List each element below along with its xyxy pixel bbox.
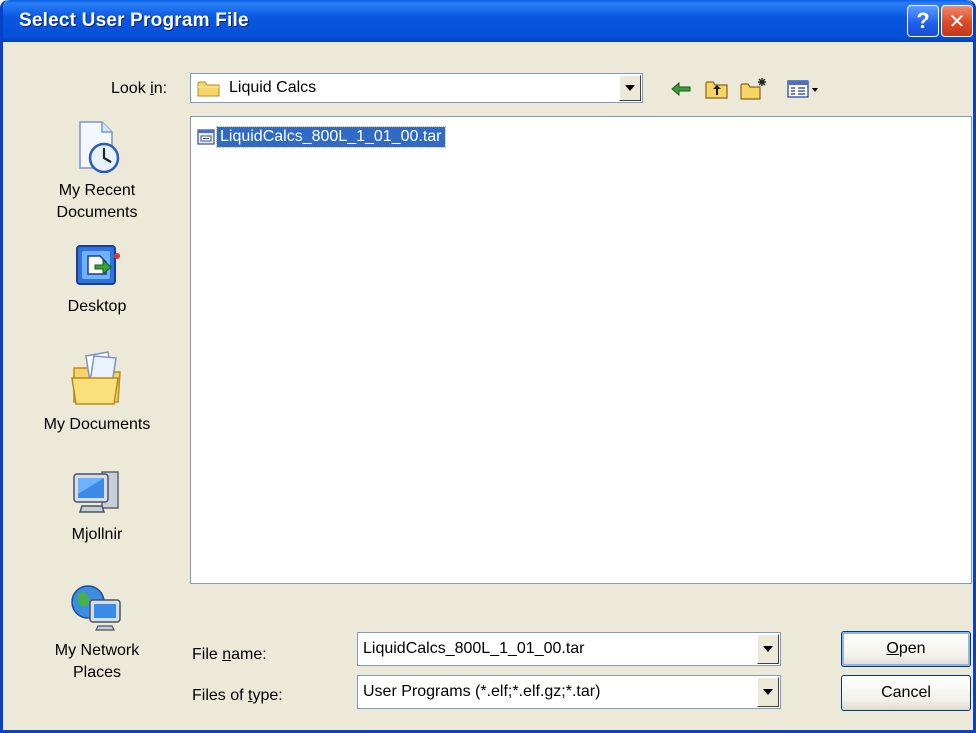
place-label: My Network [54, 642, 140, 659]
place-label: Places [72, 664, 122, 681]
place-my-recent-documents[interactable]: My Recent Documents [13, 118, 181, 224]
cancel-button-label: Cancel [881, 684, 931, 701]
files-of-type-select[interactable]: User Programs (*.elf;*.elf.gz;*.tar) [357, 675, 781, 709]
archive-file-icon [197, 129, 215, 145]
look-in-value: Liquid Calcs [229, 79, 317, 96]
cancel-button[interactable]: Cancel [841, 675, 971, 711]
my-computer-icon [73, 471, 119, 513]
place-label: Desktop [67, 298, 127, 315]
file-name-value: LiquidCalcs_800L_1_01_00.tar [363, 640, 585, 657]
help-icon: ? [916, 8, 930, 33]
up-folder-icon [705, 81, 728, 99]
place-label: Documents [56, 204, 138, 221]
look-in-label: Look in: [111, 80, 168, 97]
file-name: LiquidCalcs_800L_1_01_00.tar [216, 126, 446, 148]
file-name-label: File name: [192, 646, 267, 663]
file-name-dropdown-button[interactable] [757, 634, 779, 664]
file-name-input[interactable]: LiquidCalcs_800L_1_01_00.tar [357, 632, 781, 666]
place-desktop[interactable]: Desktop [13, 240, 181, 318]
up-one-level-button[interactable] [703, 76, 731, 102]
help-button[interactable]: ? [907, 5, 939, 37]
open-button-label: Open [886, 640, 926, 657]
place-my-computer[interactable]: Mjollnir [13, 466, 181, 546]
network-places-icon [71, 585, 121, 631]
place-label: Mjollnir [71, 526, 123, 543]
new-folder-icon [740, 78, 766, 100]
recent-documents-icon [79, 121, 120, 174]
views-menu-button[interactable] [785, 76, 825, 102]
desktop-icon [76, 245, 120, 285]
title-bar[interactable]: Select User Program File ? ✕ [3, 0, 973, 42]
place-my-network-places[interactable]: My Network Places [13, 578, 181, 684]
place-my-documents[interactable]: My Documents [13, 348, 181, 436]
places-bar: My Recent Documents Desktop My Documents [13, 112, 181, 712]
my-documents-icon [71, 351, 121, 405]
list-item[interactable]: LiquidCalcs_800L_1_01_00.tar [197, 125, 446, 149]
views-menu-icon [787, 80, 818, 98]
place-label: My Recent [58, 182, 136, 199]
close-button[interactable]: ✕ [941, 5, 973, 37]
place-label: My Documents [43, 416, 151, 433]
back-button[interactable] [668, 76, 694, 102]
look-in-combo[interactable]: Liquid Calcs [190, 73, 643, 103]
file-list[interactable]: LiquidCalcs_800L_1_01_00.tar [190, 116, 972, 584]
close-icon: ✕ [948, 10, 966, 33]
look-in-dropdown-button[interactable] [619, 75, 641, 101]
files-of-type-value: User Programs (*.elf;*.elf.gz;*.tar) [363, 683, 601, 700]
open-button[interactable]: Open [841, 631, 971, 667]
new-folder-button[interactable] [739, 76, 769, 102]
file-open-dialog: Select User Program File ? ✕ Look in: Li… [0, 0, 976, 733]
back-arrow-icon [671, 81, 691, 97]
folder-icon [197, 81, 220, 97]
files-of-type-dropdown-button[interactable] [757, 677, 779, 707]
files-of-type-label: Files of type: [192, 687, 283, 704]
dialog-title: Select User Program File [19, 10, 249, 31]
